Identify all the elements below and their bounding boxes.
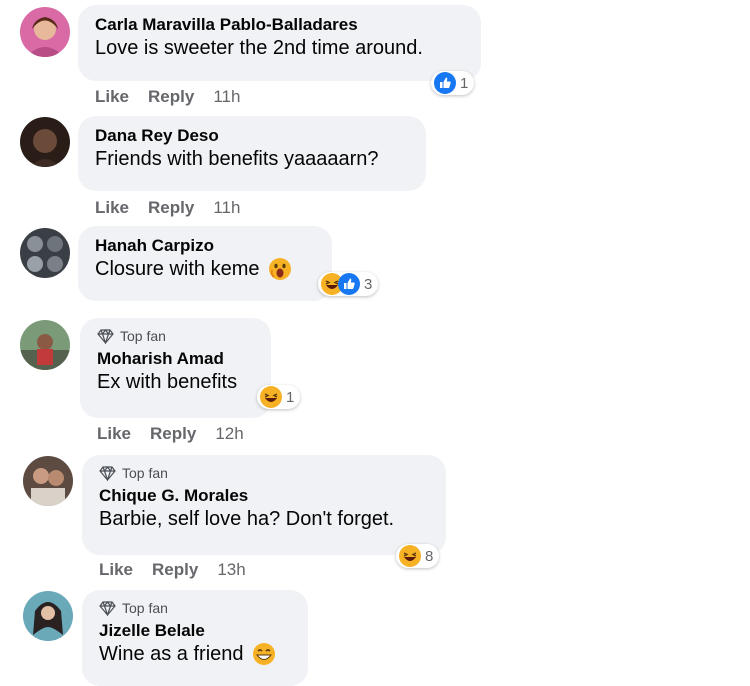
comment-bubble: Carla Maravilla Pablo-Balladares Love is… <box>78 5 481 81</box>
reaction-count: 3 <box>364 275 373 293</box>
timestamp[interactable]: 11h <box>213 198 240 218</box>
commenter-name[interactable]: Dana Rey Deso <box>95 125 410 146</box>
diamond-icon <box>99 465 116 481</box>
top-fan-badge: Top fan <box>99 464 430 482</box>
commenter-name[interactable]: Jizelle Belale <box>99 620 292 641</box>
comment-actions: Like Reply 13h <box>99 560 246 580</box>
comment-text-content: Closure with keme <box>95 258 260 280</box>
avatar[interactable] <box>23 591 73 641</box>
comment-text: Friends with benefits yaaaaarn? <box>95 146 410 172</box>
like-button[interactable]: Like <box>97 424 131 444</box>
comment-text-content: Barbie, self love ha? Don't forget. <box>99 508 395 530</box>
reply-button[interactable]: Reply <box>150 424 196 444</box>
comment-text-content: Friends with benefits yaaaaarn? <box>95 148 379 170</box>
timestamp[interactable]: 11h <box>213 87 240 107</box>
like-button[interactable]: Like <box>95 87 129 107</box>
commenter-name[interactable]: Carla Maravilla Pablo-Balladares <box>95 14 465 35</box>
reactions-summary[interactable]: 1 <box>431 71 475 95</box>
avatar[interactable] <box>20 320 70 370</box>
comment-bubble: Top fan Moharish Amad Ex with benefits <box>80 318 271 418</box>
comment-bubble: Top fan Chique G. Morales Barbie, self l… <box>82 455 446 555</box>
comment-bubble: Dana Rey Deso Friends with benefits yaaa… <box>78 116 426 191</box>
reaction-count: 1 <box>286 388 295 406</box>
comment-bubble: Top fan Jizelle Belale Wine as a friend <box>82 590 308 686</box>
haha-reaction-icon <box>260 386 282 408</box>
like-reaction-icon <box>434 72 456 94</box>
commenter-name[interactable]: Hanah Carpizo <box>95 235 316 256</box>
like-reaction-icon <box>338 273 360 295</box>
commenter-name[interactable]: Moharish Amad <box>97 348 255 369</box>
avatar[interactable] <box>20 7 70 57</box>
comment-bubble: Hanah Carpizo Closure with keme <box>78 226 332 301</box>
reaction-count: 1 <box>460 74 469 92</box>
comment-text-content: Wine as a friend <box>99 643 244 665</box>
reply-button[interactable]: Reply <box>148 87 194 107</box>
diamond-icon <box>97 328 114 344</box>
reactions-summary[interactable]: 8 <box>396 544 440 568</box>
avatar[interactable] <box>20 117 70 167</box>
comment-actions: Like Reply 11h <box>95 198 240 218</box>
grinning-emoji-icon <box>252 643 275 665</box>
comment-text: Barbie, self love ha? Don't forget. <box>99 506 430 532</box>
like-button[interactable]: Like <box>99 560 133 580</box>
comment-text-content: Ex with benefits <box>97 371 238 393</box>
top-fan-label: Top fan <box>120 328 166 344</box>
comment-text-content: Love is sweeter the 2nd time around. <box>95 37 423 59</box>
top-fan-label: Top fan <box>122 465 168 481</box>
reply-button[interactable]: Reply <box>148 198 194 218</box>
comment-text: Love is sweeter the 2nd time around. <box>95 35 465 61</box>
comment-actions: Like Reply 11h <box>95 87 240 107</box>
comment-text: Closure with keme <box>95 256 316 282</box>
reaction-count: 8 <box>425 547 434 565</box>
reactions-summary[interactable]: 1 <box>257 385 301 409</box>
reply-button[interactable]: Reply <box>152 560 198 580</box>
comment-text: Ex with benefits <box>97 369 255 395</box>
diamond-icon <box>99 600 116 616</box>
top-fan-badge: Top fan <box>99 599 292 617</box>
comment-actions: Like Reply 12h <box>97 424 244 444</box>
avatar[interactable] <box>20 228 70 278</box>
like-button[interactable]: Like <box>95 198 129 218</box>
top-fan-badge: Top fan <box>97 327 255 345</box>
avatar[interactable] <box>23 456 73 506</box>
top-fan-label: Top fan <box>122 600 168 616</box>
comment-text: Wine as a friend <box>99 641 292 667</box>
reactions-summary[interactable]: 3 <box>318 272 379 296</box>
timestamp[interactable]: 12h <box>215 424 243 444</box>
timestamp[interactable]: 13h <box>217 560 245 580</box>
haha-reaction-icon <box>399 545 421 567</box>
shocked-emoji-icon <box>268 258 291 280</box>
commenter-name[interactable]: Chique G. Morales <box>99 485 430 506</box>
